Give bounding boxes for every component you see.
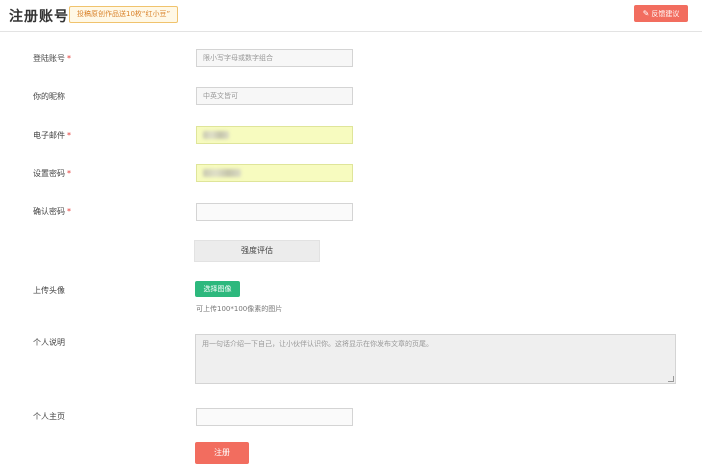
obscured-text xyxy=(203,169,241,177)
login-account-label: 登陆账号* xyxy=(33,53,71,64)
register-button[interactable]: 注册 xyxy=(195,442,249,464)
email-label: 电子邮件* xyxy=(33,130,71,141)
promo-badge[interactable]: 投稿原创作品送10枚“红小豆” xyxy=(69,6,178,23)
homepage-input[interactable] xyxy=(196,408,353,426)
page-header: 注册账号 投稿原创作品送10枚“红小豆” ✎反馈建议 xyxy=(0,0,702,32)
obscured-text xyxy=(203,131,229,139)
resize-handle-icon[interactable] xyxy=(668,376,674,382)
required-mark: * xyxy=(67,131,71,140)
choose-image-button[interactable]: 选择图像 xyxy=(195,281,240,297)
page-title: 注册账号 xyxy=(9,6,69,26)
confirm-password-label: 确认密码* xyxy=(33,206,71,217)
avatar-label: 上传头像 xyxy=(33,285,65,296)
homepage-label: 个人主页 xyxy=(33,411,65,422)
pencil-icon: ✎ xyxy=(643,9,650,18)
nickname-input[interactable]: 中英文皆可 xyxy=(196,87,353,105)
feedback-button[interactable]: ✎反馈建议 xyxy=(634,5,688,22)
required-mark: * xyxy=(67,54,71,63)
bio-textarea[interactable]: 用一句话介绍一下自己，让小伙伴认识你。这将显示在你发布文章的页尾。 xyxy=(195,334,676,384)
nickname-label: 你的昵称 xyxy=(33,91,65,102)
required-mark: * xyxy=(67,169,71,178)
password-label: 设置密码* xyxy=(33,168,71,179)
password-input[interactable] xyxy=(196,164,353,182)
feedback-label: 反馈建议 xyxy=(651,10,679,18)
confirm-password-input[interactable] xyxy=(196,203,353,221)
strength-check-button[interactable]: 强度评估 xyxy=(194,240,320,262)
avatar-hint: 可上传100*100像素的图片 xyxy=(196,304,282,314)
bio-label: 个人说明 xyxy=(33,337,65,348)
bio-placeholder: 用一句话介绍一下自己，让小伙伴认识你。这将显示在你发布文章的页尾。 xyxy=(202,340,433,348)
required-mark: * xyxy=(67,207,71,216)
login-account-input[interactable]: 限小写字母或数字组合 xyxy=(196,49,353,67)
email-input[interactable] xyxy=(196,126,353,144)
